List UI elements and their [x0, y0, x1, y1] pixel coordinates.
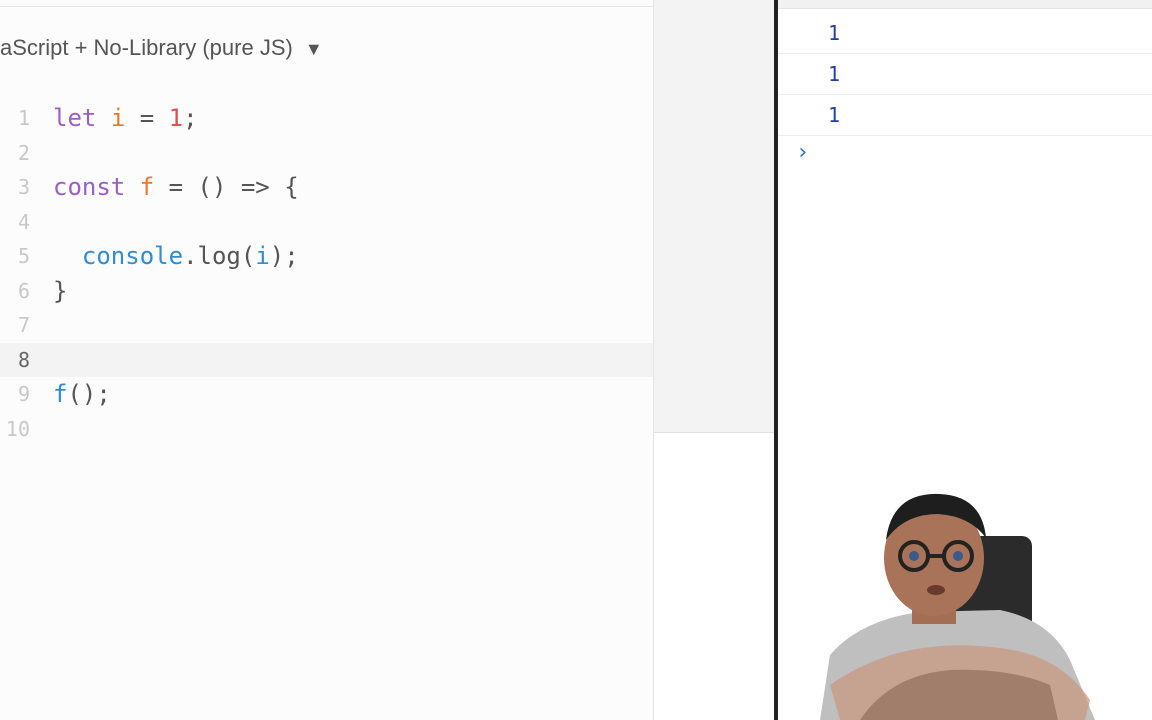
- code-line[interactable]: 8: [0, 342, 653, 377]
- console-output-value: 1: [828, 103, 841, 127]
- console-top-bar: [778, 0, 1152, 9]
- console-output-value: 1: [828, 21, 841, 45]
- code-token: i: [110, 104, 126, 132]
- code-line[interactable]: 3 const f = () => {: [0, 170, 653, 205]
- code-text[interactable]: }: [53, 274, 67, 309]
- code-line[interactable]: 10: [0, 412, 653, 447]
- code-text[interactable]: f();: [53, 377, 111, 412]
- code-token: f: [139, 173, 155, 201]
- code-token: let: [53, 104, 97, 132]
- console-output-row: 1: [778, 95, 1152, 136]
- code-token: const: [53, 173, 126, 201]
- code-text[interactable]: let i = 1;: [53, 101, 198, 136]
- line-number: 1: [17, 106, 30, 130]
- code-line[interactable]: 6}: [0, 274, 653, 309]
- console-prompt-icon[interactable]: ›: [796, 140, 809, 165]
- console-output-row: 1: [778, 54, 1152, 95]
- line-number: 7: [17, 313, 30, 337]
- console-output-value: 1: [828, 62, 841, 86]
- code-token: ;: [183, 104, 198, 132]
- code-text[interactable]: const f = () => {: [53, 170, 299, 205]
- editor-top-border: [0, 6, 653, 7]
- code-token: .log(: [183, 242, 256, 270]
- code-token: =: [125, 104, 169, 132]
- code-line[interactable]: 2: [0, 136, 653, 171]
- code-token: 1: [168, 104, 184, 132]
- language-selector[interactable]: aScript + No-Library (pure JS) ▼: [0, 30, 323, 66]
- language-selector-label: aScript + No-Library (pure JS): [0, 35, 293, 60]
- line-number: 3: [17, 175, 30, 199]
- code-token: f: [53, 380, 68, 408]
- pane-divider: [653, 0, 654, 720]
- code-line[interactable]: 7: [0, 308, 653, 343]
- code-token: console: [81, 242, 184, 270]
- result-pane-background: [653, 0, 775, 433]
- code-token: i: [255, 242, 270, 270]
- line-number: 6: [17, 278, 30, 303]
- code-text[interactable]: console.log(i);: [53, 239, 299, 274]
- line-number: 2: [17, 140, 30, 165]
- code-line[interactable]: 9 f();: [0, 377, 653, 412]
- code-token: = () => {: [154, 173, 299, 201]
- code-line[interactable]: 4: [0, 205, 653, 240]
- result-pane: [653, 0, 775, 720]
- line-number: 10: [5, 416, 30, 441]
- code-token: ();: [67, 380, 111, 408]
- code-line[interactable]: 5 console.log(i);: [0, 239, 653, 274]
- dropdown-arrow-icon[interactable]: ▼: [305, 31, 323, 67]
- line-number: 9: [17, 382, 30, 406]
- code-token: }: [53, 276, 68, 305]
- code-area[interactable]: 1 let i = 1; 2 3 const f = () => {4 5 console…: [0, 101, 653, 446]
- console-output-row: 1: [778, 13, 1152, 54]
- code-line[interactable]: 1 let i = 1;: [0, 101, 653, 136]
- line-number: 8: [17, 347, 30, 372]
- code-editor-panel[interactable]: aScript + No-Library (pure JS) ▼ 1 let i =…: [0, 0, 653, 720]
- presenter-webcam-icon: [820, 493, 1095, 720]
- code-token: );: [269, 242, 299, 270]
- presenter-webcam-overlay: [800, 470, 1152, 720]
- line-number: 4: [17, 209, 30, 234]
- line-number: 5: [17, 244, 30, 268]
